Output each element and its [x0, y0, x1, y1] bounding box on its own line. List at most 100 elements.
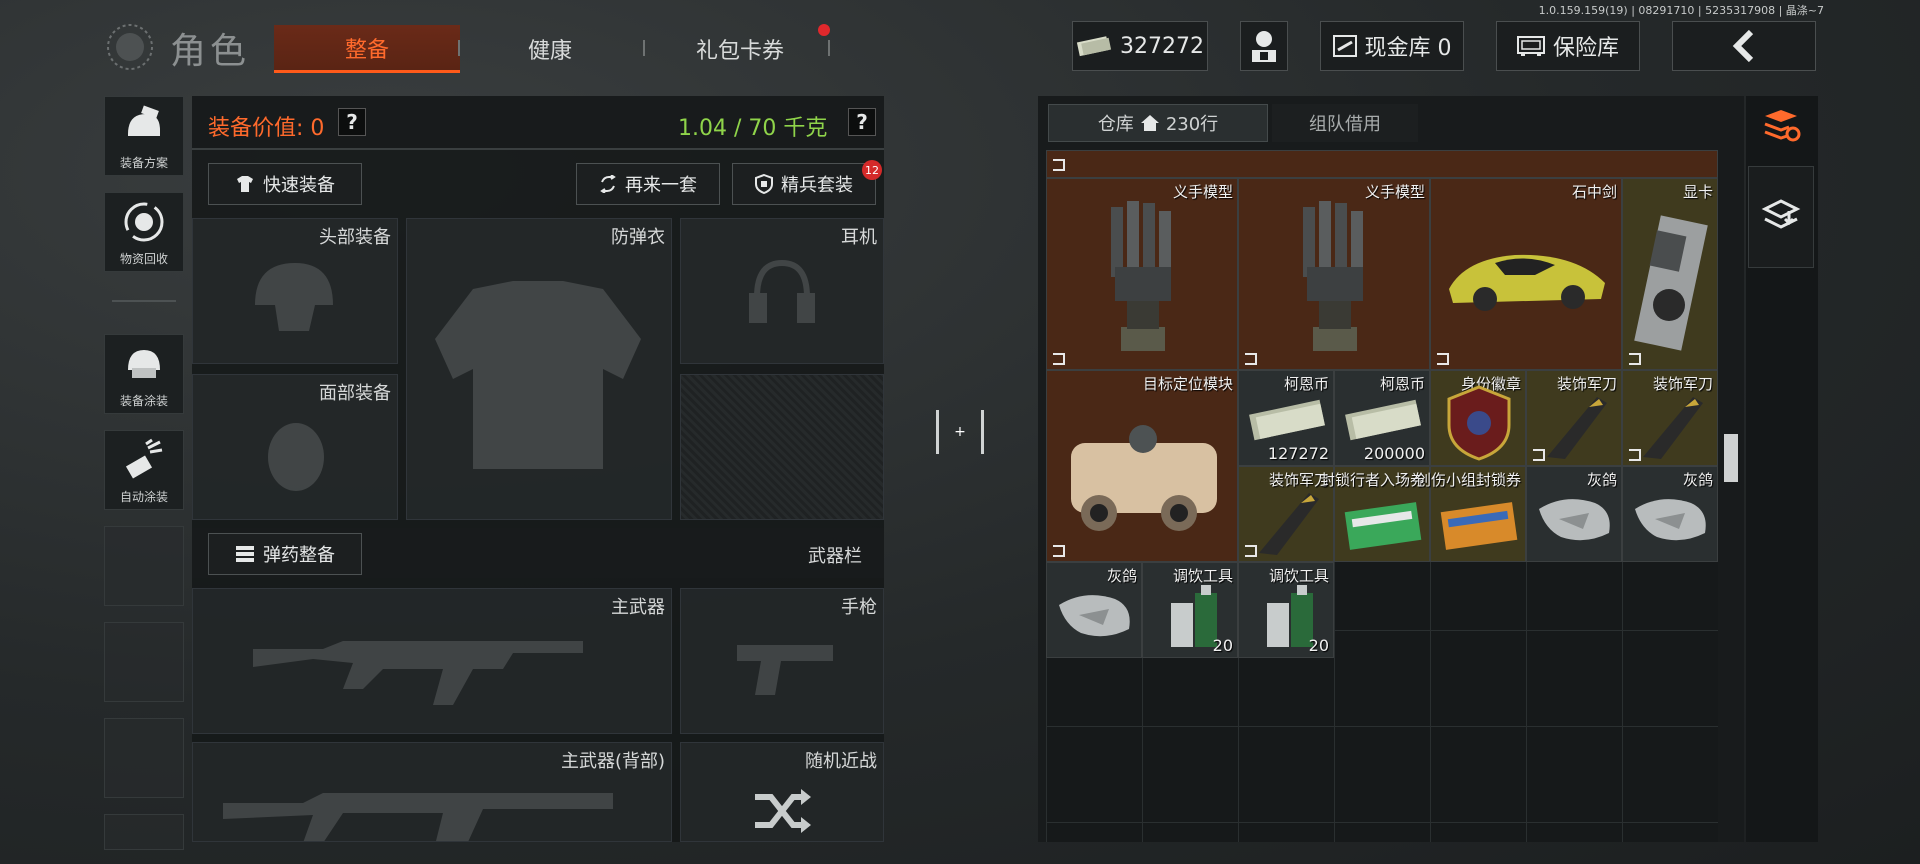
- shield-icon: [755, 174, 773, 194]
- inventory-item[interactable]: 目标定位模块: [1046, 370, 1238, 562]
- slot-face[interactable]: 面部装备: [192, 374, 398, 520]
- safe-label: 保险库: [1552, 36, 1619, 61]
- item-name: 创伤小组封锁券: [1415, 471, 1521, 489]
- slot-random-melee[interactable]: 随机近战: [680, 742, 884, 842]
- weight-help-button[interactable]: ?: [848, 108, 876, 136]
- currency-amount: 327272: [1120, 33, 1204, 59]
- tab-team-borrow[interactable]: 组队借用: [1272, 104, 1418, 142]
- quick-equip-label: 快速装备: [263, 175, 335, 196]
- inventory-item[interactable]: 灰鸽: [1526, 466, 1622, 562]
- safe-button[interactable]: 保险库: [1496, 21, 1640, 71]
- prosthetic-hand-icon: [1111, 201, 1171, 351]
- item-name: 调饮工具: [1172, 567, 1233, 585]
- safe-icon: [1516, 36, 1545, 56]
- sidebar-empty-slot: [104, 814, 184, 850]
- inventory-item[interactable]: 柯恩币 127272: [1238, 370, 1334, 466]
- back-button[interactable]: [1672, 21, 1816, 71]
- item-quantity: 127272: [1267, 444, 1329, 463]
- slot-primary-weapon-back[interactable]: 主武器(背部): [192, 742, 672, 842]
- inventory-item-partial[interactable]: [1046, 150, 1718, 178]
- agent-button[interactable]: [1240, 21, 1288, 71]
- sidebar-divider: [112, 300, 176, 302]
- inventory-item[interactable]: 灰鸽: [1046, 562, 1142, 658]
- sidebar-item-label: 自动涂装: [119, 490, 168, 504]
- item-name: 柯恩币: [1379, 375, 1425, 393]
- ticket-icon: [1344, 502, 1422, 550]
- inventory-item[interactable]: 灰鸽: [1622, 466, 1718, 562]
- inventory-item[interactable]: 装饰军刀: [1622, 370, 1718, 466]
- notification-dot: [818, 24, 830, 36]
- inventory-item[interactable]: 义手模型: [1046, 178, 1238, 370]
- drink-bottles-icon: [1267, 585, 1313, 647]
- shirt-icon: [237, 176, 253, 192]
- deposit-button[interactable]: [1748, 166, 1814, 268]
- supercar-icon: [1449, 254, 1605, 311]
- inventory-item[interactable]: 装饰军刀: [1526, 370, 1622, 466]
- shuffle-icon: [755, 789, 811, 833]
- sort-button[interactable]: [1748, 96, 1814, 156]
- inventory-grid: 义手模型 义手模型 石中剑 显卡 目标定位模块 柯恩币 127272 柯恩币 2…: [1046, 150, 1718, 842]
- tab-divider: [828, 40, 830, 56]
- rifle-back-silhouette-icon: [223, 793, 613, 841]
- globe-logo-icon: [107, 24, 153, 70]
- sidebar-item-paint[interactable]: 装备涂装: [104, 334, 184, 414]
- inventory-item[interactable]: 创伤小组封锁券: [1416, 466, 1526, 562]
- item-name: 灰鸽: [1682, 471, 1713, 489]
- inventory-item[interactable]: 身份徽章: [1430, 370, 1526, 466]
- equip-again-button[interactable]: 再来一套: [576, 163, 720, 205]
- slot-pistol[interactable]: 手枪: [680, 588, 884, 734]
- ammo-prep-button[interactable]: 弹药整备: [208, 533, 362, 575]
- sidebar-item-auto-paint[interactable]: 自动涂装: [104, 430, 184, 510]
- slot-headset[interactable]: 耳机: [680, 218, 884, 364]
- knife-icon: [1259, 493, 1319, 555]
- item-name: 灰鸽: [1586, 471, 1617, 489]
- rifle-silhouette-icon: [253, 641, 583, 705]
- inventory-item[interactable]: 显卡: [1622, 178, 1718, 370]
- inventory-scrollbar[interactable]: [1724, 434, 1738, 482]
- inventory-item[interactable]: 义手模型: [1238, 178, 1430, 370]
- pigeon-icon: [1539, 499, 1610, 541]
- sidebar-item-loadout-plan[interactable]: 装备方案: [104, 96, 184, 176]
- cash-stack-icon: [1249, 399, 1325, 441]
- sidebar-item-recycle[interactable]: 物资回收: [104, 192, 184, 272]
- sidebar-empty-slot: [104, 526, 184, 606]
- pigeon-icon: [1059, 595, 1130, 637]
- home-icon: [1140, 115, 1159, 131]
- transfer-icon: [1245, 545, 1257, 557]
- equipment-value: 装备价值: 0: [208, 116, 325, 141]
- elite-count-badge: 12: [862, 160, 882, 180]
- inventory-item[interactable]: 调饮工具 20: [1238, 562, 1334, 658]
- sidebar-item-label: 装备方案: [119, 156, 168, 170]
- slot-label: 头部装备: [319, 227, 391, 248]
- tab-warehouse-label: 仓库: [1097, 114, 1134, 135]
- slot-primary-weapon[interactable]: 主武器: [192, 588, 672, 734]
- slot-armor[interactable]: 防弹衣: [406, 218, 672, 520]
- currency-display[interactable]: 327272: [1072, 21, 1208, 71]
- quick-equip-button[interactable]: 快速装备: [208, 163, 362, 205]
- inventory-item[interactable]: 石中剑: [1430, 178, 1622, 370]
- tab-gift-coupons[interactable]: 礼包卡券: [660, 25, 820, 73]
- vest-silhouette-icon: [435, 281, 641, 469]
- knife-icon: [1547, 397, 1607, 459]
- pigeon-icon: [1635, 499, 1706, 541]
- slot-head[interactable]: 头部装备: [192, 218, 398, 364]
- slot-label: 随机近战: [805, 751, 877, 772]
- transfer-icon: [1437, 353, 1449, 365]
- inventory-item[interactable]: 调饮工具 20: [1142, 562, 1238, 658]
- tab-equip[interactable]: 整备: [274, 25, 460, 73]
- slot-label: 主武器(背部): [560, 751, 665, 772]
- elite-set-button[interactable]: 精兵套装: [732, 163, 876, 205]
- inventory-item[interactable]: 柯恩币 200000: [1334, 370, 1430, 466]
- tab-health[interactable]: 健康: [470, 25, 630, 73]
- ammo-icon: [236, 546, 254, 562]
- paint-helmet-icon: [128, 350, 160, 378]
- transfer-icon: [1245, 353, 1257, 365]
- cash-vault-button[interactable]: 现金库 0: [1320, 21, 1464, 71]
- tab-warehouse[interactable]: 仓库 230行: [1048, 104, 1268, 142]
- expand-button[interactable]: +: [936, 410, 984, 454]
- target-locator-icon: [1071, 425, 1217, 531]
- helmet-plan-icon: [128, 105, 160, 136]
- sidebar-empty-slot: [104, 718, 184, 798]
- prosthetic-hand-icon: [1303, 201, 1363, 351]
- value-help-button[interactable]: ?: [338, 108, 366, 136]
